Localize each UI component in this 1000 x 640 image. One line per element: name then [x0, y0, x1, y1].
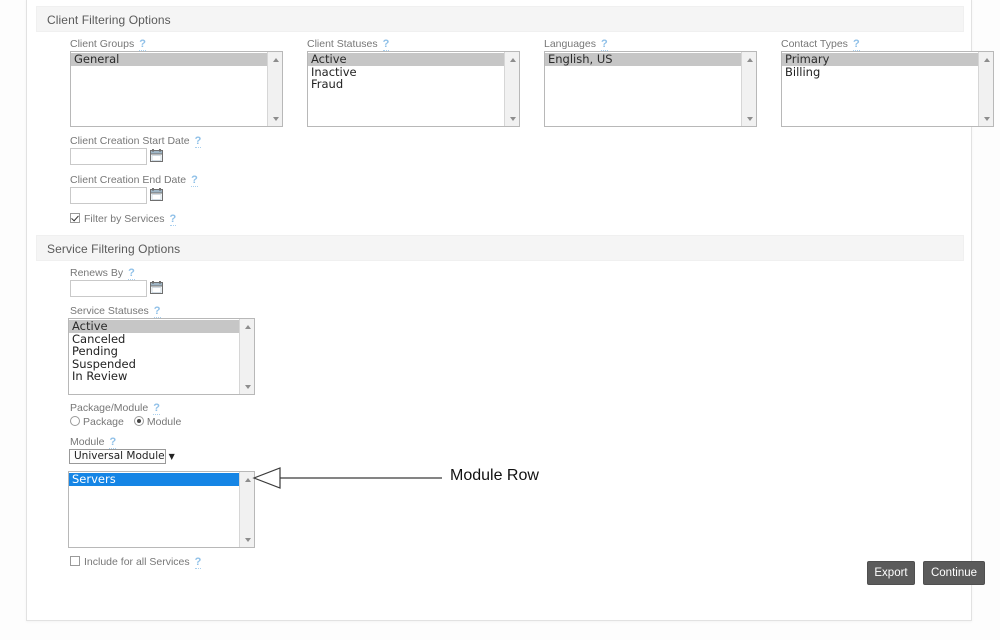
- continue-button[interactable]: Continue: [923, 561, 985, 585]
- scroll-down-icon[interactable]: [240, 379, 254, 394]
- annotation-label: Module Row: [450, 467, 539, 484]
- radio-package-label: Package: [83, 416, 124, 428]
- label-renews-by: Renews By?: [70, 267, 135, 280]
- client-creation-start-date-input[interactable]: [70, 148, 147, 165]
- label-contact-types: Contact Types?: [781, 38, 860, 51]
- help-icon-languages[interactable]: ?: [600, 38, 608, 51]
- include-all-services-label: Include for all Services: [84, 556, 190, 568]
- list-item[interactable]: Pending: [69, 345, 239, 358]
- help-icon-renews-by[interactable]: ?: [128, 267, 135, 280]
- checkbox-include-all-services[interactable]: [70, 556, 80, 566]
- filter-form-card: Client Filtering Options Client Groups? …: [26, 0, 994, 621]
- include-all-services-checkbox-row[interactable]: Include for all Services?: [70, 556, 202, 569]
- list-item[interactable]: English, US: [545, 53, 741, 66]
- scroll-up-icon[interactable]: [240, 319, 254, 334]
- listbox-client-groups[interactable]: General: [70, 51, 283, 127]
- radio-module-label: Module: [146, 416, 182, 428]
- label-module: Module?: [70, 436, 117, 449]
- renews-by-input[interactable]: [70, 280, 147, 297]
- scrollbar-client-groups[interactable]: [267, 52, 282, 126]
- section-header-service-filtering: Service Filtering Options: [36, 235, 964, 261]
- help-icon-package-module[interactable]: ?: [153, 402, 160, 415]
- scroll-up-icon[interactable]: [268, 52, 282, 67]
- calendar-icon-renews-by[interactable]: [150, 281, 163, 294]
- export-button[interactable]: Export: [867, 561, 915, 585]
- chevron-down-icon[interactable]: ▼: [169, 452, 175, 461]
- scroll-down-icon[interactable]: [240, 532, 254, 547]
- filter-by-services-label: Filter by Services: [84, 213, 165, 225]
- package-module-radio-group[interactable]: Package Module: [70, 416, 191, 428]
- page-background: Client Filtering Options Client Groups? …: [0, 0, 1000, 640]
- client-creation-end-date-input[interactable]: [70, 187, 147, 204]
- radio-package[interactable]: [70, 416, 80, 426]
- list-item[interactable]: Servers: [69, 473, 239, 486]
- scroll-down-icon[interactable]: [979, 111, 993, 126]
- help-icon-creation-start-date[interactable]: ?: [194, 135, 202, 148]
- filter-by-services-checkbox-row[interactable]: Filter by Services?: [70, 213, 177, 226]
- radio-module[interactable]: [133, 416, 144, 426]
- section-header-client-filtering: Client Filtering Options: [36, 6, 964, 32]
- help-icon-module[interactable]: ?: [109, 436, 117, 449]
- section-title-client: Client Filtering Options: [47, 13, 171, 27]
- calendar-icon-end-date[interactable]: [150, 188, 163, 201]
- section-title-service: Service Filtering Options: [47, 242, 181, 256]
- scrollbar-service-statuses[interactable]: [239, 319, 254, 394]
- annotation-arrow: [252, 467, 442, 489]
- label-client-creation-end-date: Client Creation End Date?: [70, 174, 198, 187]
- listbox-service-statuses[interactable]: Active Canceled Pending Suspended In Rev…: [68, 318, 255, 395]
- list-item[interactable]: Primary: [782, 53, 978, 66]
- scrollbar-client-statuses[interactable]: [504, 52, 519, 126]
- help-icon-filter-by-services[interactable]: ?: [169, 213, 177, 226]
- module-select-value: Universal Module: [74, 450, 165, 462]
- help-icon-creation-end-date[interactable]: ?: [191, 174, 198, 187]
- scroll-up-icon[interactable]: [505, 52, 519, 67]
- list-item[interactable]: In Review: [69, 370, 239, 383]
- listbox-languages[interactable]: English, US: [544, 51, 757, 127]
- scrollbar-languages[interactable]: [741, 52, 756, 126]
- label-service-statuses: Service Statuses?: [70, 305, 161, 318]
- listbox-module-rows[interactable]: Servers: [68, 471, 255, 548]
- help-icon-contact-types[interactable]: ?: [852, 38, 860, 51]
- help-icon-client-groups[interactable]: ?: [139, 38, 146, 51]
- listbox-client-statuses[interactable]: Active Inactive Fraud: [307, 51, 520, 127]
- help-icon-service-statuses[interactable]: ?: [153, 305, 161, 318]
- help-icon-include-all-services[interactable]: ?: [194, 556, 202, 569]
- label-client-statuses: Client Statuses?: [307, 38, 390, 51]
- scroll-up-icon[interactable]: [979, 52, 993, 67]
- scroll-down-icon[interactable]: [505, 111, 519, 126]
- listbox-contact-types[interactable]: Primary Billing: [781, 51, 994, 127]
- list-item[interactable]: Billing: [782, 65, 978, 79]
- list-item[interactable]: Active: [308, 53, 504, 66]
- scrollbar-contact-types[interactable]: [978, 52, 993, 126]
- module-select[interactable]: Universal Module ▼: [69, 449, 175, 464]
- list-item[interactable]: General: [71, 53, 267, 66]
- label-package-module: Package/Module?: [70, 402, 160, 415]
- scroll-down-icon[interactable]: [268, 111, 282, 126]
- label-client-creation-start-date: Client Creation Start Date?: [70, 135, 202, 148]
- calendar-icon-start-date[interactable]: [150, 149, 163, 162]
- list-item[interactable]: Fraud: [308, 78, 504, 91]
- list-item[interactable]: Active: [69, 320, 239, 333]
- scroll-up-icon[interactable]: [742, 52, 756, 67]
- scroll-down-icon[interactable]: [742, 111, 756, 126]
- checkbox-filter-by-services[interactable]: [70, 213, 80, 223]
- help-icon-client-statuses[interactable]: ?: [382, 38, 390, 51]
- label-client-groups: Client Groups?: [70, 38, 146, 51]
- label-languages: Languages?: [544, 38, 608, 51]
